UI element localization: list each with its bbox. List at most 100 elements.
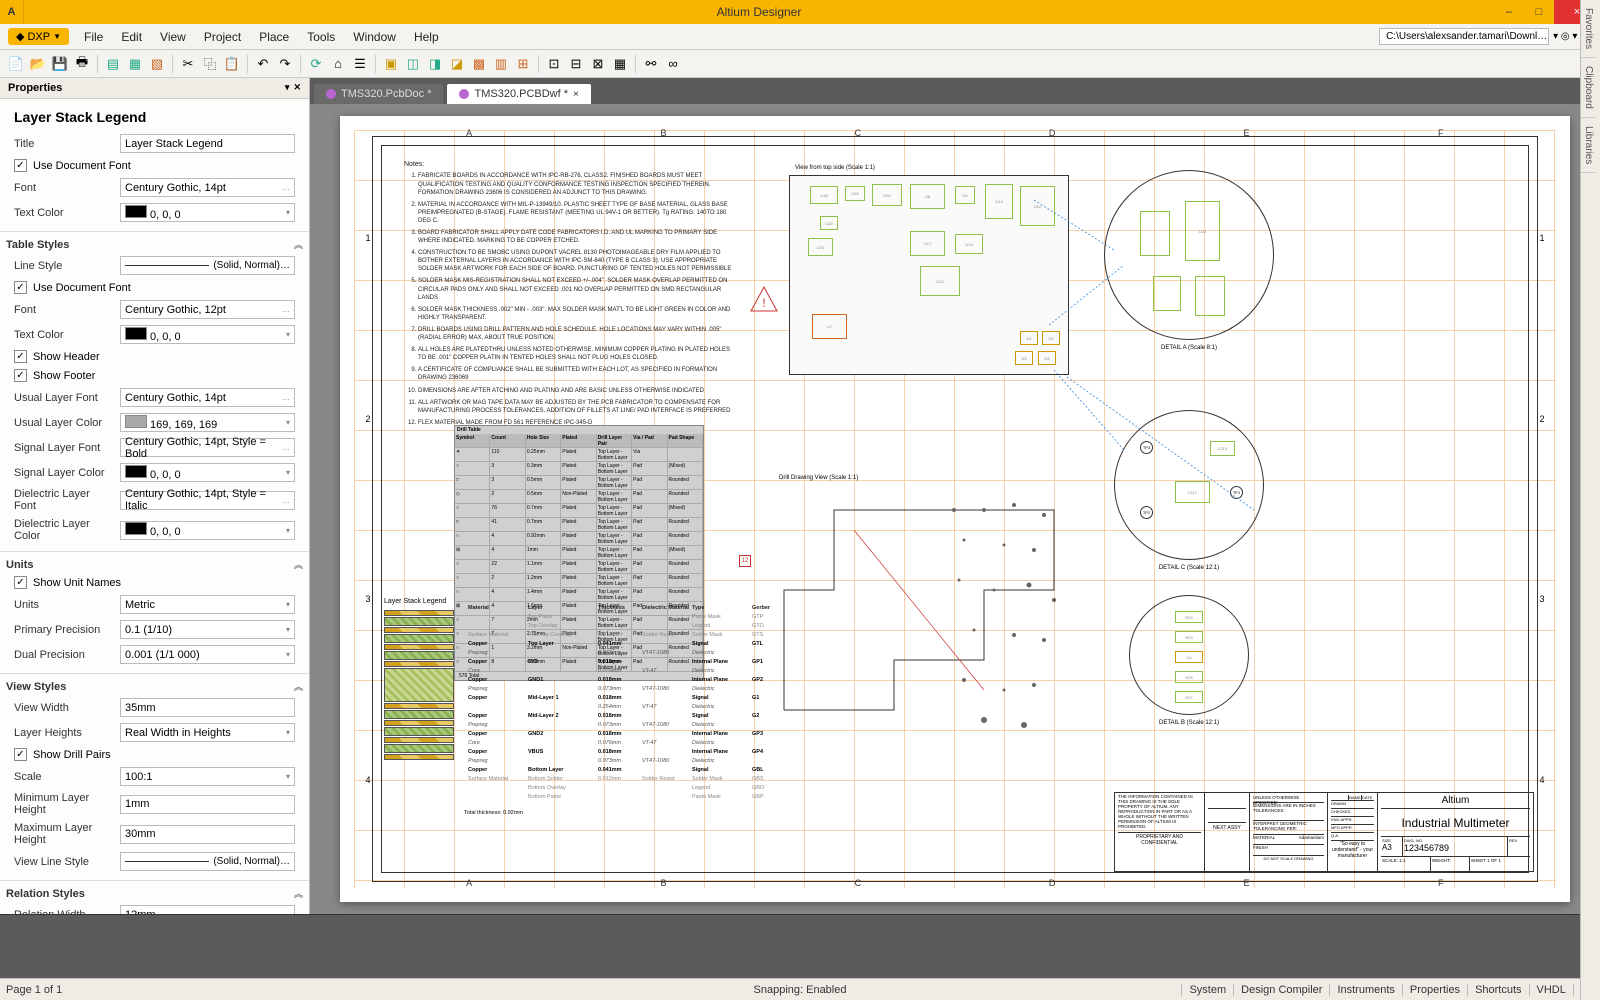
status-snapping: Snapping: Enabled bbox=[754, 984, 847, 996]
status-properties[interactable]: Properties bbox=[1402, 984, 1467, 996]
dist-icon[interactable]: ⊠ bbox=[588, 54, 608, 74]
pcb-icon[interactable]: ◫ bbox=[403, 54, 423, 74]
drawing-canvas[interactable]: ABCDEF ABCDEF 1234 1234 Notes: FABRICATE… bbox=[310, 104, 1600, 914]
vtab-favorites[interactable]: Favorites bbox=[1581, 0, 1596, 58]
group-icon[interactable]: ⊡ bbox=[544, 54, 564, 74]
dielfont-input[interactable]: Century Gothic, 14pt, Style = Italic… bbox=[120, 491, 295, 510]
status-design-compiler[interactable]: Design Compiler bbox=[1233, 984, 1329, 996]
dxp-menu[interactable]: ◆DXP▼ bbox=[8, 28, 69, 45]
menu-project[interactable]: Project bbox=[195, 30, 250, 44]
route-icon[interactable]: ⊞ bbox=[513, 54, 533, 74]
drillpairs-check[interactable] bbox=[14, 748, 27, 761]
use-doc-font-check[interactable] bbox=[14, 159, 27, 172]
search-icon[interactable]: ☰ bbox=[350, 54, 370, 74]
align-icon[interactable]: ⊟ bbox=[566, 54, 586, 74]
cut-icon[interactable]: ✂ bbox=[178, 54, 198, 74]
open-icon[interactable]: 📂 bbox=[28, 54, 48, 74]
new-icon[interactable]: 📄 bbox=[6, 54, 26, 74]
3d-icon[interactable]: ◪ bbox=[447, 54, 467, 74]
tab-pcbdoc[interactable]: TMS320.PcbDoc * bbox=[314, 84, 443, 104]
tcolor-input[interactable]: 0, 0, 0▾ bbox=[120, 325, 295, 344]
menu-edit[interactable]: Edit bbox=[112, 30, 151, 44]
usualfont-input[interactable]: Century Gothic, 14pt… bbox=[120, 388, 295, 407]
tcolor-label: Text Color bbox=[14, 329, 114, 341]
tab-pcbdwf[interactable]: TMS320.PCBDwf *× bbox=[447, 84, 590, 104]
print-icon[interactable]: 🖶 bbox=[72, 54, 92, 74]
panel-pin-icon[interactable]: ▾ bbox=[285, 82, 290, 94]
paste-icon[interactable]: 📋 bbox=[222, 54, 242, 74]
dielcolor-input[interactable]: 0, 0, 0▾ bbox=[120, 521, 295, 540]
linestyle-input[interactable]: (Solid, Normal)… bbox=[120, 256, 295, 275]
showheader-check[interactable] bbox=[14, 350, 27, 363]
copy-icon[interactable]: ⿻ bbox=[200, 54, 220, 74]
section-relation[interactable]: Relation Styles bbox=[6, 888, 85, 900]
status-vhdl[interactable]: VHDL bbox=[1529, 984, 1573, 996]
tab-close-icon[interactable]: × bbox=[573, 89, 579, 100]
font-label: Font bbox=[14, 182, 114, 194]
showfooter-check[interactable] bbox=[14, 369, 27, 382]
vmin-input[interactable]: 1mm bbox=[120, 795, 295, 814]
status-system[interactable]: System bbox=[1181, 984, 1233, 996]
section-table[interactable]: Table Styles bbox=[6, 239, 69, 251]
vtab-clipboard[interactable]: Clipboard bbox=[1581, 58, 1596, 118]
menu-tools[interactable]: Tools bbox=[298, 30, 344, 44]
menu-view[interactable]: View bbox=[151, 30, 195, 44]
document-bar bbox=[0, 914, 1600, 978]
table-icon[interactable]: ▦ bbox=[610, 54, 630, 74]
sigcolor-input[interactable]: 0, 0, 0▾ bbox=[120, 463, 295, 482]
tfont-input[interactable]: Century Gothic, 12pt… bbox=[120, 300, 295, 319]
primary-input[interactable]: 0.1 (1/10)▾ bbox=[120, 620, 295, 639]
vmax-label: Maximum Layer Height bbox=[14, 822, 114, 846]
panel-icon[interactable]: ▩ bbox=[469, 54, 489, 74]
vline-input[interactable]: (Solid, Normal)… bbox=[120, 852, 295, 871]
save-icon[interactable]: 💾 bbox=[50, 54, 70, 74]
panel-close-icon[interactable]: ✕ bbox=[293, 82, 301, 94]
sigfont-input[interactable]: Century Gothic, 14pt, Style = Bold… bbox=[120, 438, 295, 457]
menu-file[interactable]: File bbox=[75, 30, 112, 44]
lib-icon[interactable]: ◨ bbox=[425, 54, 445, 74]
file-path[interactable]: C:\Users\alexsander.tamari\Downl… bbox=[1379, 28, 1549, 45]
menubar: ◆DXP▼ File Edit View Project Place Tools… bbox=[0, 24, 1600, 50]
vmax-input[interactable]: 30mm bbox=[120, 825, 295, 844]
stack-icon[interactable]: ▦ bbox=[125, 54, 145, 74]
dual-input[interactable]: 0.001 (1/1 000)▾ bbox=[120, 645, 295, 664]
right-tabs: Favorites Clipboard Libraries bbox=[1580, 0, 1600, 1000]
redo-icon[interactable]: ↷ bbox=[275, 54, 295, 74]
home-icon[interactable]: ⌂ bbox=[328, 54, 348, 74]
refresh-icon[interactable]: ⟳ bbox=[306, 54, 326, 74]
units-input[interactable]: Metric▾ bbox=[120, 595, 295, 614]
textcolor-input[interactable]: 0, 0, 0▾ bbox=[120, 203, 295, 222]
textcolor-label: Text Color bbox=[14, 207, 114, 219]
vheights-input[interactable]: Real Width in Heights▾ bbox=[120, 723, 295, 742]
title-input[interactable]: Layer Stack Legend bbox=[120, 134, 295, 153]
link-icon[interactable]: ⚯ bbox=[641, 54, 661, 74]
chain-icon[interactable]: ∞ bbox=[663, 54, 683, 74]
maximize-button[interactable]: □ bbox=[1524, 0, 1554, 24]
showunits-check[interactable] bbox=[14, 576, 27, 589]
minimize-button[interactable]: – bbox=[1494, 0, 1524, 24]
table-usedocfont-check[interactable] bbox=[14, 281, 27, 294]
component-icon[interactable]: ▣ bbox=[381, 54, 401, 74]
status-instruments[interactable]: Instruments bbox=[1329, 984, 1401, 996]
menu-place[interactable]: Place bbox=[250, 30, 298, 44]
usualcolor-input[interactable]: 169, 169, 169▾ bbox=[120, 413, 295, 432]
menu-window[interactable]: Window bbox=[344, 30, 405, 44]
row-headers: 1234 bbox=[362, 148, 374, 870]
rules-icon[interactable]: ▥ bbox=[491, 54, 511, 74]
rwidth-input[interactable]: 12mm bbox=[120, 905, 295, 914]
section-view[interactable]: View Styles bbox=[6, 681, 66, 693]
font-input[interactable]: Century Gothic, 14pt… bbox=[120, 178, 295, 197]
undo-icon[interactable]: ↶ bbox=[253, 54, 273, 74]
layers-icon[interactable]: ▤ bbox=[103, 54, 123, 74]
menu-help[interactable]: Help bbox=[405, 30, 448, 44]
vwidth-input[interactable]: 35mm bbox=[120, 698, 295, 717]
board-icon[interactable]: ▧ bbox=[147, 54, 167, 74]
sigcolor-label: Signal Layer Color bbox=[14, 467, 114, 479]
vscale-input[interactable]: 100:1▾ bbox=[120, 767, 295, 786]
status-bar: Page 1 of 1 Snapping: Enabled SystemDesi… bbox=[0, 978, 1600, 1000]
status-shortcuts[interactable]: Shortcuts bbox=[1467, 984, 1528, 996]
vwidth-label: View Width bbox=[14, 702, 114, 714]
section-units[interactable]: Units bbox=[6, 559, 34, 571]
vtab-libraries[interactable]: Libraries bbox=[1581, 118, 1596, 173]
vscale-label: Scale bbox=[14, 771, 114, 783]
